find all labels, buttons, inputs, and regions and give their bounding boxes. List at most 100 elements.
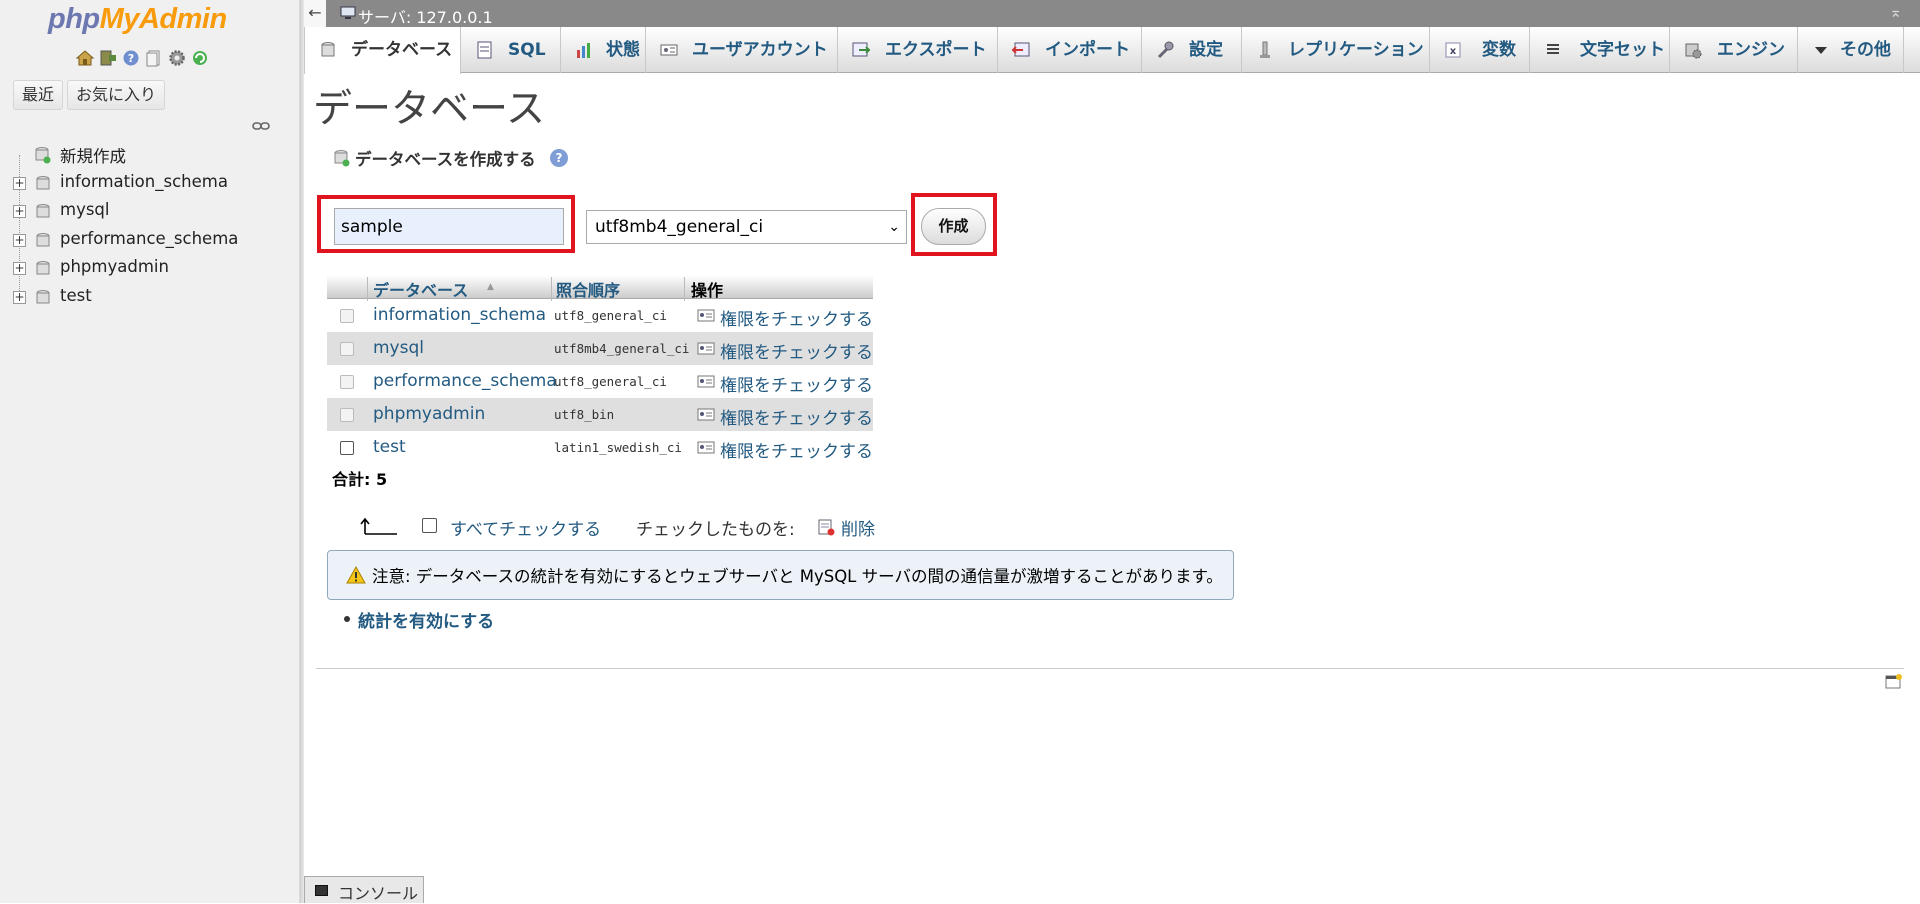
replication-icon	[1260, 41, 1270, 58]
favorites-tab[interactable]: お気に入り	[67, 80, 166, 110]
link-icon[interactable]	[252, 121, 270, 131]
import-icon	[1011, 42, 1030, 57]
new-database-icon	[35, 147, 51, 164]
expand-icon[interactable]: +	[13, 262, 26, 275]
sidebar-resize-handle[interactable]	[300, 0, 304, 903]
check-privileges-link[interactable]: 権限をチェックする	[720, 338, 873, 363]
expand-icon[interactable]: +	[13, 205, 26, 218]
tree-item-mysql[interactable]: + mysql	[0, 197, 300, 226]
collation-value: utf8mb4_general_ci	[595, 217, 764, 237]
database-table: データベース ▲ 照合順序 操作 information_schema utf8…	[327, 275, 873, 464]
tab-databases[interactable]: データベース	[304, 27, 461, 74]
chevron-down-icon: ⌄	[888, 219, 900, 235]
back-arrow-icon[interactable]: ←	[304, 0, 326, 27]
collation-select[interactable]: utf8mb4_general_ci ⌄	[586, 210, 907, 244]
tree-item-information-schema[interactable]: + information_schema	[0, 169, 300, 198]
console-tab[interactable]: コンソール	[304, 876, 424, 903]
with-checked-label: チェックしたものを:	[636, 520, 795, 540]
console-label: コンソール	[338, 884, 419, 903]
tree-item-new[interactable]: 新規作成	[0, 140, 300, 169]
page-settings-icon[interactable]	[1884, 673, 1902, 691]
check-privileges-link[interactable]: 権限をチェックする	[720, 371, 873, 396]
divider	[316, 668, 1904, 669]
check-privileges-link[interactable]: 権限をチェックする	[720, 305, 873, 330]
tab-variables[interactable]: x 変数	[1430, 27, 1530, 73]
server-breadcrumb[interactable]: サーバ: 127.0.0.1	[358, 4, 493, 28]
reload-icon[interactable]	[190, 48, 210, 68]
tab-more[interactable]: その他	[1798, 27, 1904, 73]
tree-item-label: performance_schema	[60, 228, 239, 248]
tab-import[interactable]: インポート	[998, 27, 1142, 73]
collation-cell: utf8_general_ci	[554, 308, 667, 323]
charset-icon	[1547, 44, 1559, 54]
database-icon	[36, 289, 50, 303]
expand-icon[interactable]: +	[13, 233, 26, 247]
create-button[interactable]: 作成	[921, 208, 986, 245]
expand-icon[interactable]: +	[13, 290, 26, 304]
row-checkbox[interactable]	[340, 309, 354, 323]
header-database[interactable]: データベース	[373, 277, 468, 301]
check-privileges-link[interactable]: 権限をチェックする	[720, 437, 873, 462]
database-link[interactable]: performance_schema	[373, 371, 557, 391]
row-checkbox[interactable]	[340, 441, 354, 455]
total-count: 合計: 5	[332, 470, 388, 489]
tree-item-performance-schema[interactable]: + performance_schema	[0, 226, 300, 255]
tab-user-accounts[interactable]: ユーザアカウント	[646, 27, 838, 73]
tab-label: インポート	[1045, 40, 1130, 60]
help-icon[interactable]: ?	[121, 48, 141, 68]
database-link[interactable]: mysql	[373, 338, 424, 358]
database-link[interactable]: phpmyadmin	[373, 404, 485, 424]
tree-item-label: information_schema	[60, 171, 228, 191]
collapse-icon[interactable]: ⌅	[1889, 3, 1902, 21]
privileges-icon	[697, 309, 715, 322]
database-link[interactable]: test	[373, 437, 406, 457]
tab-label: 状態	[606, 40, 640, 60]
sort-icon[interactable]: ▲	[487, 282, 494, 292]
tab-label: 設定	[1189, 40, 1223, 60]
tree-item-test[interactable]: + test	[0, 283, 300, 312]
table-row: performance_schema utf8_general_ci 権限をチェ…	[327, 365, 873, 398]
row-checkbox[interactable]	[340, 408, 354, 422]
tab-engines[interactable]: エンジン	[1670, 27, 1798, 73]
variables-icon: x	[1445, 42, 1461, 58]
recent-tab[interactable]: 最近	[13, 80, 64, 110]
column-divider	[551, 277, 552, 301]
row-checkbox[interactable]	[340, 342, 354, 356]
row-checkbox[interactable]	[340, 375, 354, 389]
database-link[interactable]: information_schema	[373, 305, 546, 325]
gear-icon[interactable]	[167, 48, 187, 68]
database-tree: 新規作成 + information_schema + mysql + perf…	[0, 140, 300, 311]
logout-icon[interactable]	[98, 48, 118, 68]
header-action: 操作	[691, 281, 724, 300]
tab-status[interactable]: 状態	[561, 27, 646, 73]
table-row: test latin1_swedish_ci 権限をチェックする	[327, 431, 873, 464]
expand-icon[interactable]: +	[13, 176, 26, 190]
database-icon	[36, 175, 50, 189]
notice-box: 注意: データベースの統計を有効にするとウェブサーバと MySQL サーバの間の…	[327, 550, 1234, 600]
home-icon[interactable]	[75, 48, 95, 68]
delete-icon[interactable]	[817, 518, 835, 536]
collation-cell: utf8mb4_general_ci	[554, 341, 690, 356]
enable-statistics-link[interactable]: 統計を有効にする	[343, 607, 494, 632]
notice-text: 注意: データベースの統計を有効にするとウェブサーバと MySQL サーバの間の…	[372, 567, 1223, 586]
tab-settings[interactable]: 設定	[1142, 27, 1242, 73]
delete-link[interactable]: 削除	[841, 515, 875, 540]
tab-label: エクスポート	[885, 40, 987, 60]
database-name-input[interactable]	[334, 208, 564, 245]
tab-replication[interactable]: レプリケーション	[1242, 27, 1430, 73]
phpmyadmin-logo[interactable]: phpMyAdmin	[48, 3, 227, 36]
check-all-label[interactable]: すべてチェックする	[450, 515, 601, 540]
status-chart-icon	[577, 43, 590, 58]
tab-export[interactable]: エクスポート	[838, 27, 998, 73]
privileges-icon	[697, 441, 715, 454]
tab-charsets[interactable]: 文字セット	[1530, 27, 1670, 73]
tree-item-label: mysql	[60, 200, 110, 219]
tree-item-phpmyadmin[interactable]: + phpmyadmin	[0, 254, 300, 283]
documentation-icon[interactable]	[144, 48, 164, 68]
header-collation[interactable]: 照合順序	[556, 277, 620, 301]
help-icon[interactable]: ?	[550, 149, 568, 167]
check-privileges-link[interactable]: 権限をチェックする	[720, 404, 873, 429]
column-divider	[684, 277, 685, 301]
tab-sql[interactable]: SQL	[461, 27, 561, 73]
check-all-checkbox[interactable]	[422, 518, 437, 533]
